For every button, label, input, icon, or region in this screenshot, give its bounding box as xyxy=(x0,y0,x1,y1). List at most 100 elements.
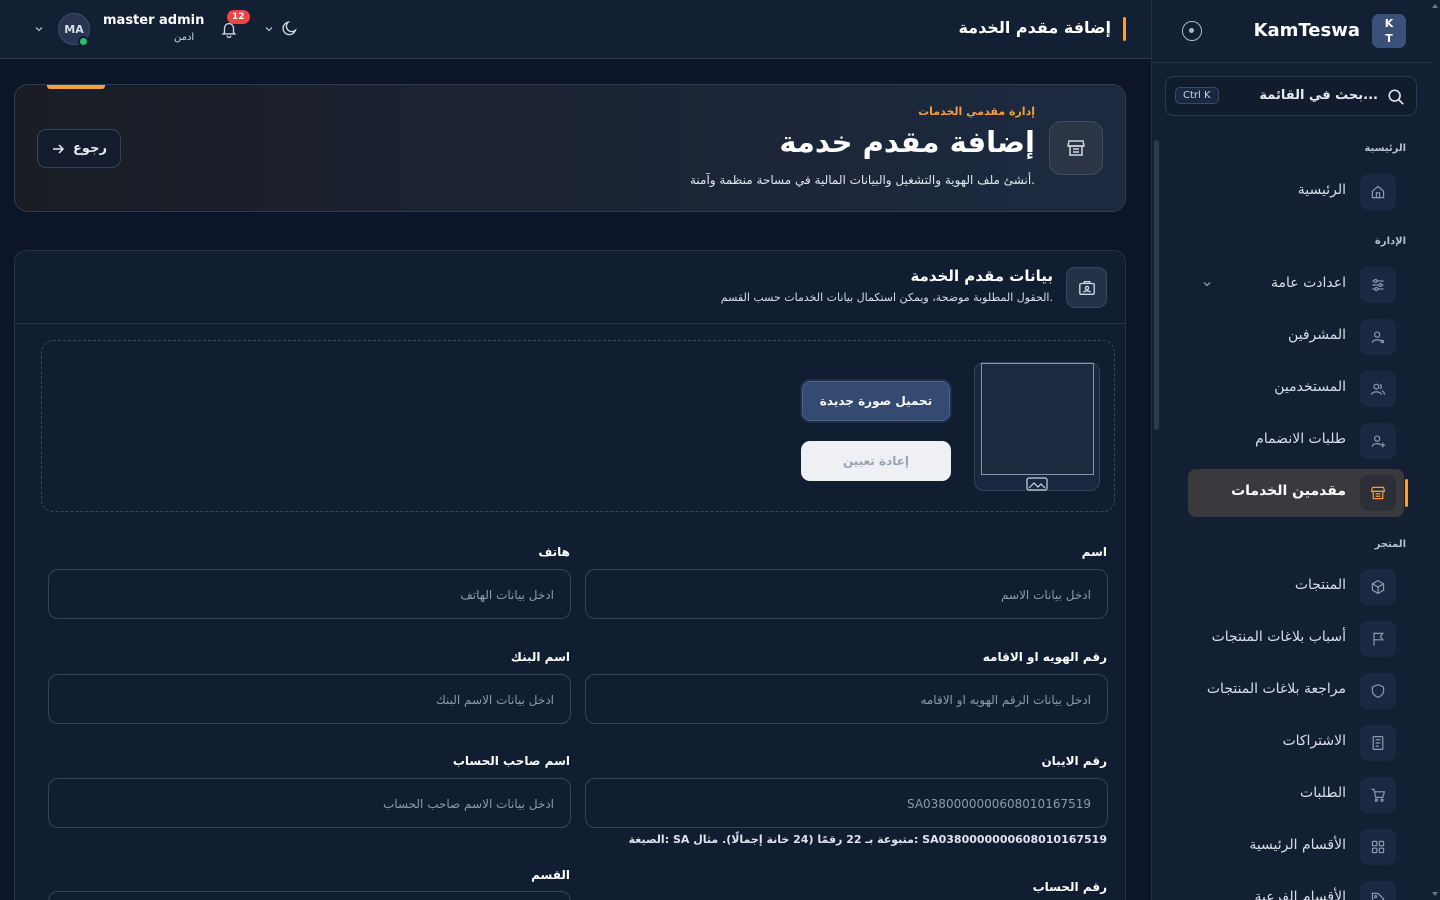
bank-name-label: اسم البنك xyxy=(510,650,570,664)
shield-icon xyxy=(1360,673,1396,709)
brand-logo[interactable]: K T xyxy=(1372,14,1406,48)
image-icon xyxy=(1026,477,1048,491)
online-status-dot xyxy=(78,36,89,47)
home-icon xyxy=(1360,174,1396,210)
phone-field[interactable]: ادخل بيانات الهاتف xyxy=(48,569,571,619)
sidebar-item-sub-categories[interactable]: الأقسام الفرعية xyxy=(1188,875,1404,900)
id-number-field[interactable]: ادخل بيانات الرقم الهويه او الاقامه xyxy=(585,674,1108,724)
header-accent-tab xyxy=(47,85,105,89)
sidebar-item-label: المشرفين xyxy=(1287,327,1346,343)
sidebar-item-label: أسباب بلاغات المنتجات xyxy=(1211,629,1346,645)
sidebar-item-users[interactable]: المستخدمين xyxy=(1188,365,1404,413)
user-name[interactable]: master admin xyxy=(103,13,204,28)
name-label: اسم xyxy=(1081,545,1107,559)
brand-name: KamTeswa xyxy=(1253,20,1360,41)
store-icon xyxy=(1360,475,1396,511)
sidebar-toggle-icon[interactable] xyxy=(1182,21,1202,41)
sidebar-item-join-requests[interactable]: طلبات الانضمام xyxy=(1188,417,1404,465)
account-number-label: رقم الحساب xyxy=(1032,880,1107,894)
sidebar-item-home[interactable]: الرئيسية xyxy=(1188,168,1404,216)
user-icon xyxy=(1360,319,1396,355)
moon-icon[interactable] xyxy=(281,19,299,37)
sidebar-item-service-providers[interactable]: مقدمين الخدمات xyxy=(1188,469,1408,517)
sidebar-divider xyxy=(1152,62,1432,63)
sidebar-item-label: المستخدمين xyxy=(1274,379,1346,395)
image-preview xyxy=(974,362,1100,491)
user-plus-icon xyxy=(1360,423,1396,459)
section-home: الرئيسية xyxy=(1364,143,1406,154)
id-card-icon xyxy=(1066,267,1107,308)
image-preview-frame xyxy=(981,363,1094,475)
hero-subtitle: أنشئ ملف الهوية والتشغيل والبيانات المال… xyxy=(690,173,1035,187)
sidebar-item-label: طلبات الانضمام xyxy=(1255,431,1346,447)
provider-form-card: بيانات مقدم الخدمة الحقول المطلوبة موضحة… xyxy=(14,250,1126,900)
hero-title: إضافة مقدم خدمة xyxy=(779,125,1035,159)
sidebar-scrollbar[interactable] xyxy=(1154,140,1159,430)
title-accent-bar xyxy=(1123,17,1126,41)
search-input[interactable]: بحث في القائمة... xyxy=(1259,88,1378,103)
account-holder-field[interactable]: ادخل بيانات الاسم صاحب الحساب xyxy=(48,778,571,828)
notification-badge: 12 xyxy=(227,10,250,24)
page-title: إضافة مقدم الخدمة xyxy=(958,18,1111,37)
search-shortcut: Ctrl K xyxy=(1175,87,1219,104)
sidebar-item-supervisors[interactable]: المشرفين xyxy=(1188,313,1404,361)
reset-image-button[interactable]: إعادة تعيين xyxy=(801,441,951,481)
sidebar-search[interactable]: بحث في القائمة... Ctrl K xyxy=(1165,76,1417,116)
id-number-label: رقم الهويه او الاقامه xyxy=(982,650,1107,664)
store-icon xyxy=(1049,121,1103,175)
user-role: ادمن xyxy=(174,32,195,43)
sidebar-item-label: مقدمين الخدمات xyxy=(1231,483,1346,499)
name-field[interactable]: ادخل بيانات الاسم xyxy=(585,569,1108,619)
form-divider xyxy=(15,323,1125,324)
form-title: بيانات مقدم الخدمة xyxy=(910,267,1053,285)
upload-image-button[interactable]: تحميل صورة جديدة xyxy=(800,379,952,423)
form-subtitle: الحقول المطلوبة موضحة، ويمكن استكمال بيا… xyxy=(720,291,1053,304)
logo-letter-top: K xyxy=(1384,17,1394,30)
sidebar-item-label: الطلبات xyxy=(1300,785,1346,801)
sidebar-item-settings[interactable]: اعدادت عامة xyxy=(1188,261,1404,309)
sidebar-item-products[interactable]: المنتجات xyxy=(1188,563,1404,611)
page-header-card: إدارة مقدمي الخدمات إضافة مقدم خدمة أنشئ… xyxy=(14,84,1126,212)
chevron-down-icon[interactable] xyxy=(1202,279,1212,289)
chevron-down-icon[interactable] xyxy=(264,24,274,34)
sidebar-item-label: الاشتراكات xyxy=(1282,733,1346,749)
sidebar-item-report-review[interactable]: مراجعة بلاغات المنتجات xyxy=(1188,667,1404,715)
grid-icon xyxy=(1360,829,1396,865)
sidebar-header: K T KamTeswa xyxy=(1152,0,1432,62)
receipt-icon xyxy=(1360,725,1396,761)
sidebar-item-main-categories[interactable]: الأقسام الرئيسية xyxy=(1188,823,1404,871)
sidebar-item-report-reasons[interactable]: أسباب بلاغات المنتجات xyxy=(1188,615,1404,663)
box-icon xyxy=(1360,569,1396,605)
sidebar-item-subscriptions[interactable]: الاشتراكات xyxy=(1188,719,1404,767)
breadcrumb[interactable]: إدارة مقدمي الخدمات xyxy=(918,105,1035,118)
sidebar-item-label: اعدادت عامة xyxy=(1271,275,1346,291)
sidebar-item-label: الأقسام الفرعية xyxy=(1254,889,1347,900)
scroll-down-arrow[interactable] xyxy=(1432,892,1438,896)
sidebar-item-label: الأقسام الرئيسية xyxy=(1249,837,1346,853)
back-label: رجوع xyxy=(73,141,107,156)
iban-label: رقم الايبان xyxy=(1041,754,1107,768)
search-icon xyxy=(1388,89,1404,105)
sidebar-item-label: الرئيسية xyxy=(1297,182,1346,198)
sidebar: K T KamTeswa بحث في القائمة... Ctrl K ال… xyxy=(1151,0,1440,900)
iban-hint: الصيغة: SA متبوعة بـ 22 رقمًا (24 خانة إ… xyxy=(628,833,1107,846)
scroll-up-arrow[interactable] xyxy=(1432,4,1438,8)
category-select[interactable] xyxy=(48,891,571,900)
image-upload-zone[interactable]: تحميل صورة جديدة إعادة تعيين xyxy=(41,340,1115,512)
bank-name-field[interactable]: ادخل بيانات الاسم البنك xyxy=(48,674,571,724)
tag-icon xyxy=(1360,881,1396,900)
sidebar-item-orders[interactable]: الطلبات xyxy=(1188,771,1404,819)
sidebar-item-label: المنتجات xyxy=(1294,577,1346,593)
chevron-down-icon[interactable] xyxy=(34,24,44,34)
users-icon xyxy=(1360,371,1396,407)
arrow-right-icon xyxy=(53,143,65,154)
iban-field[interactable]: SA0380000000608010167519 xyxy=(585,778,1108,828)
back-button[interactable]: رجوع xyxy=(37,129,121,168)
sliders-icon xyxy=(1360,267,1396,303)
topbar: إضافة مقدم الخدمة MA master admin ادمن 1… xyxy=(0,0,1151,59)
category-label: القسم xyxy=(531,868,570,882)
cart-icon xyxy=(1360,777,1396,813)
account-holder-label: اسم صاحب الحساب xyxy=(452,754,570,768)
section-admin: الإدارة xyxy=(1374,236,1406,247)
flag-icon xyxy=(1360,621,1396,657)
